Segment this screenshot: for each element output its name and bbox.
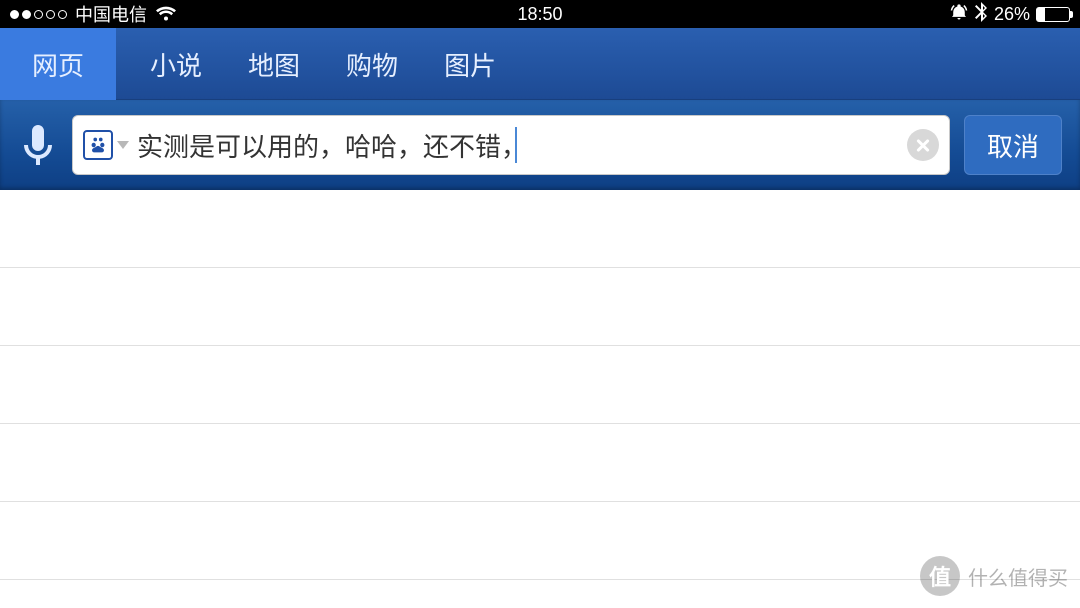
tab-shopping[interactable]: 购物	[334, 28, 410, 100]
list-item[interactable]	[0, 424, 1080, 502]
status-bar: 中国电信 18:50 26%	[0, 0, 1080, 28]
tab-label: 网页	[32, 46, 84, 83]
alarm-icon	[950, 3, 968, 26]
watermark-text: 什么值得买	[968, 562, 1068, 591]
status-left: 中国电信	[10, 1, 177, 27]
wifi-icon	[155, 6, 177, 22]
status-right: 26%	[950, 2, 1070, 27]
baidu-icon	[83, 130, 113, 160]
battery-icon	[1036, 7, 1070, 22]
search-input[interactable]	[137, 116, 511, 174]
watermark: 值 什么值得买	[920, 556, 1068, 596]
tab-label: 图片	[444, 46, 496, 83]
list-item[interactable]	[0, 502, 1080, 580]
text-cursor	[515, 127, 517, 163]
clock: 18:50	[517, 4, 562, 25]
tab-novel[interactable]: 小说	[138, 28, 214, 100]
clear-button[interactable]	[907, 129, 939, 161]
search-row: 取消	[0, 100, 1080, 190]
chevron-down-icon	[117, 141, 129, 149]
list-item[interactable]	[0, 346, 1080, 424]
cancel-label: 取消	[987, 127, 1039, 164]
suggestion-list	[0, 190, 1080, 580]
tab-image[interactable]: 图片	[432, 28, 508, 100]
tab-label: 地图	[248, 46, 300, 83]
search-engine-selector[interactable]	[83, 130, 129, 160]
battery-pct: 26%	[994, 4, 1030, 25]
carrier-label: 中国电信	[75, 1, 147, 27]
tab-map[interactable]: 地图	[236, 28, 312, 100]
tab-web[interactable]: 网页	[0, 28, 116, 100]
search-box	[72, 115, 950, 175]
signal-strength-icon	[10, 10, 67, 19]
voice-search-button[interactable]	[18, 117, 58, 173]
tab-label: 购物	[346, 46, 398, 83]
bluetooth-icon	[974, 2, 988, 27]
cancel-button[interactable]: 取消	[964, 115, 1062, 175]
tab-label: 小说	[150, 46, 202, 83]
list-item[interactable]	[0, 268, 1080, 346]
category-tabs: 网页 小说 地图 购物 图片	[0, 28, 1080, 100]
watermark-badge: 值	[920, 556, 960, 596]
list-item[interactable]	[0, 190, 1080, 268]
